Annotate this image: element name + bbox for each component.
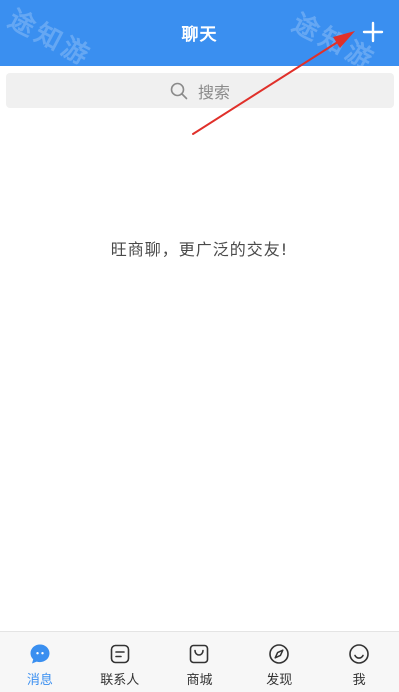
tab-contacts[interactable]: 联系人 [80,632,160,692]
plus-icon [362,21,384,43]
search-input[interactable]: 搜索 [6,73,394,108]
tab-label-mall: 商城 [186,673,213,688]
contacts-icon [110,644,129,664]
tab-messages[interactable]: 消息 [0,632,80,692]
tab-discover[interactable]: 发现 [239,632,319,692]
empty-state-message: 旺商聊，更广泛的交友! [110,240,289,259]
bottom-tab-bar: 消息 联系人 商城 发现 我 [0,631,399,692]
tab-label-me: 我 [352,673,366,688]
chat-bubble-icon [30,644,50,664]
smiley-icon [349,644,369,664]
tab-mall[interactable]: 商城 [160,632,240,692]
shopping-bag-icon [190,644,209,664]
compass-icon [269,644,290,664]
search-bar: 搜索 [0,66,399,116]
search-placeholder: 搜索 [197,82,230,102]
tab-label-discover: 发现 [266,673,293,688]
page-title: 聊天 [181,25,218,45]
tab-label-messages: 消息 [26,673,53,688]
search-icon [170,82,188,99]
top-bar: 途知游 途知游 聊天 [0,0,399,77]
chat-screen: 途知游 途知游 聊天 搜索 旺商聊，更广泛的交友! 消息 联系人 商城 发现 我 [0,0,399,692]
add-button[interactable] [361,20,385,44]
tab-me[interactable]: 我 [319,632,399,692]
tab-label-contacts: 联系人 [100,673,140,688]
